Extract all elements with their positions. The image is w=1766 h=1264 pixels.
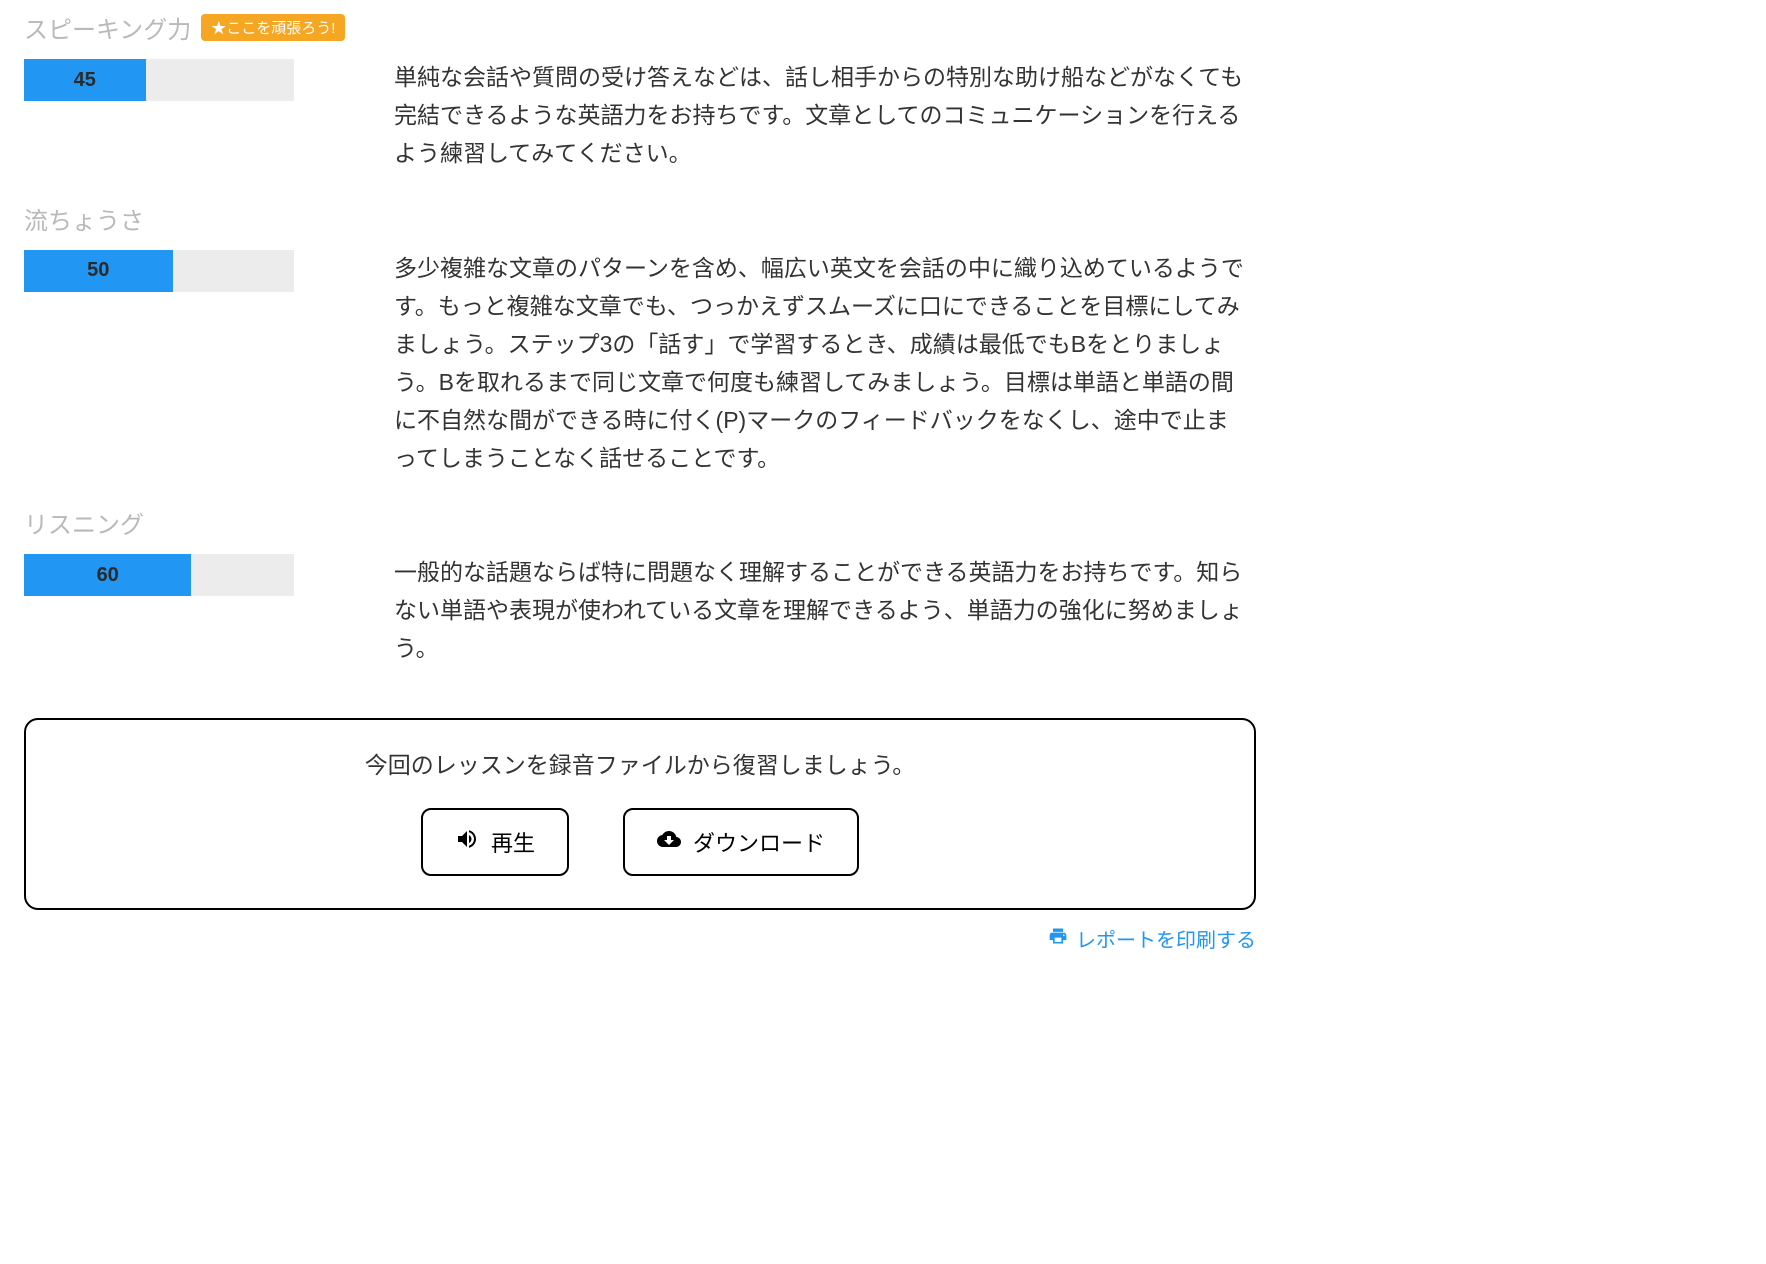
skill-title: リスニング <box>24 505 144 540</box>
skill-body: 60 一般的な話題ならば特に問題なく理解することができる英語力をお持ちです。知ら… <box>24 554 1256 668</box>
play-label: 再生 <box>491 826 535 858</box>
skill-speaking: スピーキング力 ★ここを頑張ろう! 45 単純な会話や質問の受け答えなどは、話し… <box>24 10 1256 173</box>
skill-description: 多少複雑な文章のパターンを含め、幅広い英文を会話の中に織り込めているようです。も… <box>394 250 1256 478</box>
review-panel: 今回のレッスンを録音ファイルから復習しましょう。 再生 ダウンロード <box>24 718 1256 910</box>
review-title: 今回のレッスンを録音ファイルから復習しましょう。 <box>46 746 1234 780</box>
progress-bar: 45 <box>24 59 294 101</box>
effort-badge: ★ここを頑張ろう! <box>201 14 345 41</box>
progress-bar: 50 <box>24 250 294 292</box>
cloud-download-icon <box>657 827 681 857</box>
play-button[interactable]: 再生 <box>421 808 569 876</box>
progress-fill: 45 <box>24 59 146 101</box>
progress-container: 50 <box>24 250 294 292</box>
skill-body: 50 多少複雑な文章のパターンを含め、幅広い英文を会話の中に織り込めているようで… <box>24 250 1256 478</box>
skill-fluency: 流ちょうさ 50 多少複雑な文章のパターンを含め、幅広い英文を会話の中に織り込め… <box>24 201 1256 478</box>
speaker-icon <box>455 827 479 857</box>
skill-header: スピーキング力 ★ここを頑張ろう! <box>24 10 1256 45</box>
skill-title: スピーキング力 <box>24 10 191 45</box>
progress-fill: 50 <box>24 250 173 292</box>
printer-icon <box>1048 926 1068 952</box>
skill-description: 一般的な話題ならば特に問題なく理解することができる英語力をお持ちです。知らない単… <box>394 554 1256 668</box>
skill-listening: リスニング 60 一般的な話題ならば特に問題なく理解することができる英語力をお持… <box>24 505 1256 668</box>
progress-fill: 60 <box>24 554 191 596</box>
progress-container: 60 <box>24 554 294 596</box>
button-row: 再生 ダウンロード <box>46 808 1234 876</box>
progress-bar: 60 <box>24 554 294 596</box>
print-label: レポートを印刷する <box>1076 924 1256 953</box>
skill-title: 流ちょうさ <box>24 201 144 236</box>
print-report-link[interactable]: レポートを印刷する <box>1048 924 1256 953</box>
download-button[interactable]: ダウンロード <box>623 808 859 876</box>
skill-description: 単純な会話や質問の受け答えなどは、話し相手からの特別な助け船などがなくても完結で… <box>394 59 1256 173</box>
skill-body: 45 単純な会話や質問の受け答えなどは、話し相手からの特別な助け船などがなくても… <box>24 59 1256 173</box>
print-row: レポートを印刷する <box>24 924 1256 953</box>
download-label: ダウンロード <box>693 826 825 858</box>
skill-header: リスニング <box>24 505 1256 540</box>
skill-header: 流ちょうさ <box>24 201 1256 236</box>
progress-container: 45 <box>24 59 294 101</box>
